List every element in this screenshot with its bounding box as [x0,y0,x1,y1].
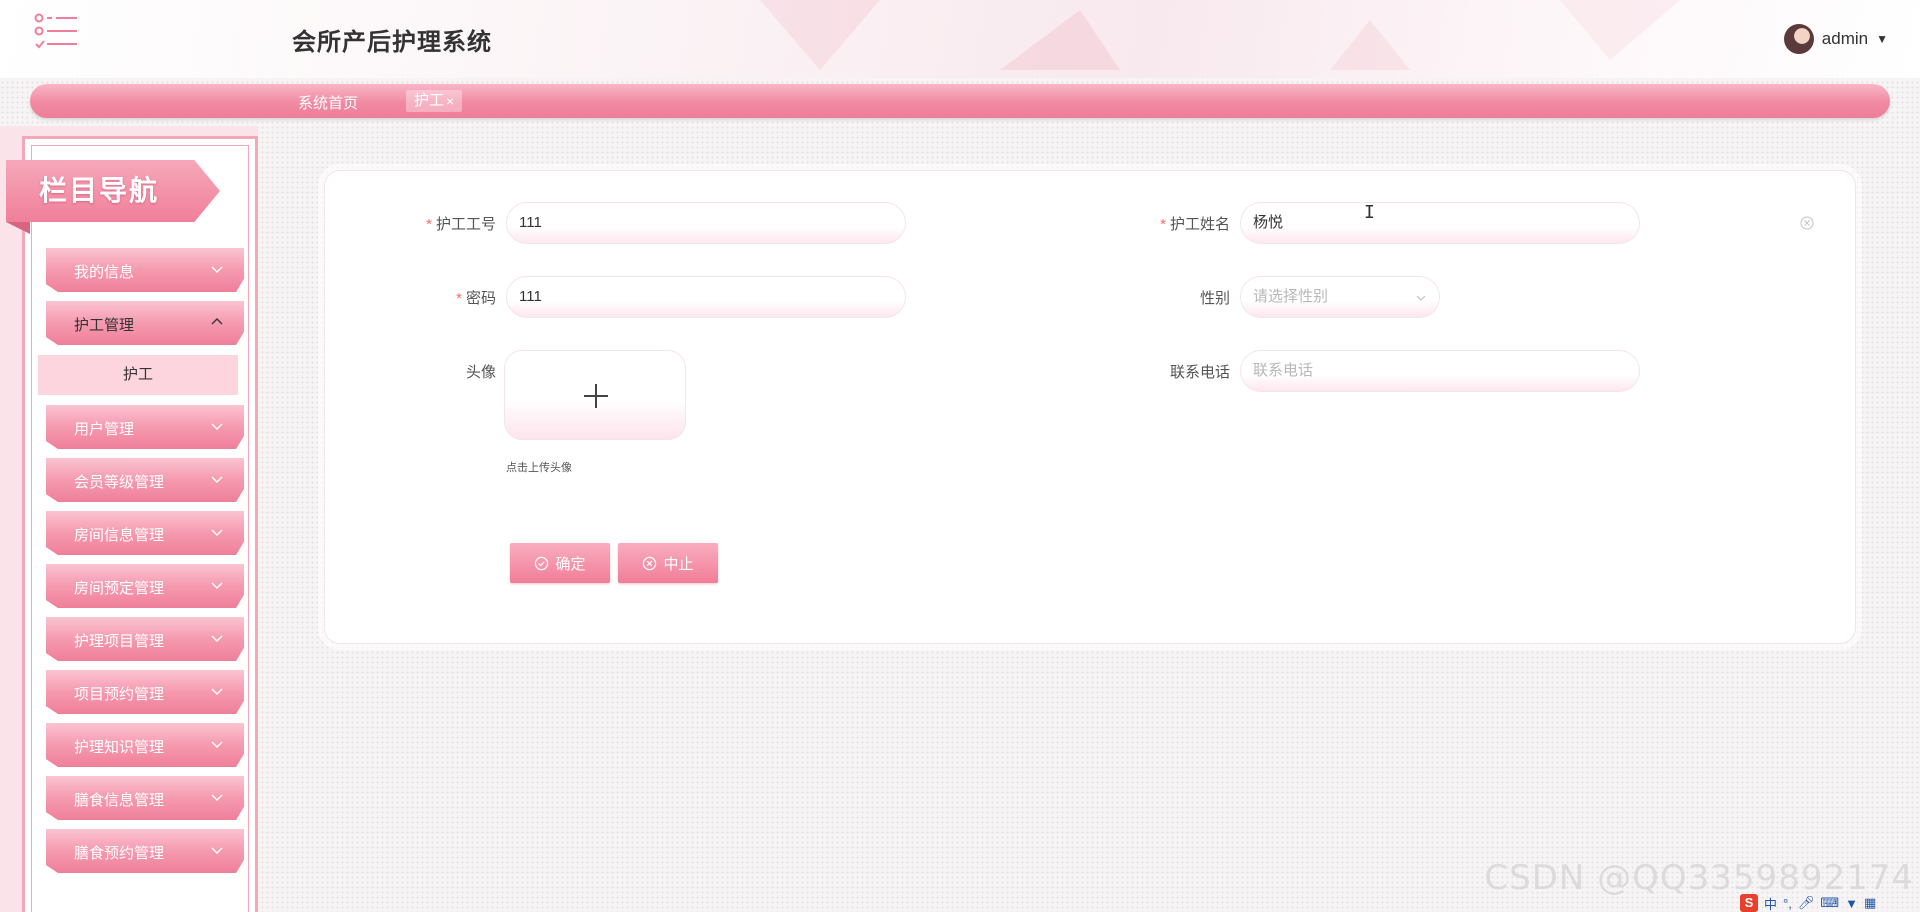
ime-tray: S 中 °, 🎤︎ ⌨︎ ▼ ▦ [1740,894,1876,912]
worker-name-label: * 护工姓名 [1160,216,1230,233]
user-avatar [1783,24,1814,54]
caret-down-icon: ▼ [1876,32,1888,46]
toolbox-icon[interactable]: ▦ [1864,895,1876,911]
header-decoration [1560,0,1680,60]
header-decoration [760,0,880,70]
cancel-button[interactable]: 中止 [618,543,718,583]
app-title: 会所产后护理系统 [292,28,492,56]
text-cursor-icon: I [1364,202,1375,223]
nav-title-fold [6,222,30,234]
nav-list: 我的信息 护工管理 护工 用户管理 会员等级管理 房间信息管理 房间预定管理 护… [38,248,244,882]
gender-select[interactable]: 请选择性别 [1240,276,1440,318]
keyboard-icon[interactable]: ⌨︎ [1820,895,1839,911]
check-circle-icon [535,556,549,570]
sidebar-item-my-info[interactable]: 我的信息 [46,248,244,292]
password-label: * 密码 [456,290,496,307]
required-mark: * [1160,216,1166,233]
header-decoration [1330,20,1410,70]
sidebar-item-care-project[interactable]: 护理项目管理 [46,617,244,661]
csdn-watermark: CSDN @QQ3359892174 [1484,858,1914,898]
chevron-down-icon [211,582,223,589]
sidebar-item-label: 膳食信息管理 [74,792,165,809]
chevron-up-icon [211,318,223,325]
plus-icon [584,384,608,408]
close-circle-icon [643,556,657,570]
sidebar: 栏目导航 我的信息 护工管理 护工 用户管理 会员等级管理 房间信息管理 房间预… [0,126,258,912]
sidebar-item-user-management[interactable]: 用户管理 [46,405,244,449]
required-mark: * [426,216,432,233]
confirm-button[interactable]: 确定 [510,543,610,583]
worker-id-input[interactable]: 111 [506,202,906,244]
chevron-down-icon [211,741,223,748]
close-icon[interactable]: × [446,90,454,112]
worker-name-input[interactable]: 杨悦 [1240,202,1640,244]
sidebar-item-label: 会员等级管理 [74,474,165,491]
sidebar-item-label: 用户管理 [74,421,135,438]
sogou-ime-icon[interactable]: S [1740,894,1758,912]
chevron-down-icon [211,688,223,695]
ime-mode-label[interactable]: 中 [1764,894,1777,912]
header-decoration [1000,10,1120,70]
chevron-down-icon [211,635,223,642]
cancel-button-label: 中止 [663,555,694,573]
avatar-label: 头像 [465,364,496,381]
breadcrumb-bar: 系统首页 护工 × [30,84,1890,118]
phone-input[interactable]: 联系电话 [1240,350,1640,392]
list-menu-icon[interactable] [32,12,80,52]
sidebar-item-label: 护工管理 [74,317,135,334]
ime-punct-icon[interactable]: °, [1783,896,1792,911]
microphone-icon[interactable]: 🎤︎ [1798,895,1815,911]
sidebar-item-label: 项目预约管理 [74,686,165,703]
avatar-uploader[interactable] [504,350,686,440]
phone-label: 联系电话 [1169,364,1230,381]
chevron-down-icon [211,529,223,536]
sidebar-item-label: 护理知识管理 [74,739,165,756]
nav-title: 栏目导航 [6,160,220,222]
breadcrumb-home[interactable]: 系统首页 [298,92,358,113]
sidebar-item-member-level[interactable]: 会员等级管理 [46,458,244,502]
password-input[interactable]: 111 [506,276,906,318]
sidebar-item-project-appointment[interactable]: 项目预约管理 [46,670,244,714]
clear-input-icon[interactable] [1800,216,1814,230]
chevron-down-icon [211,476,223,483]
upload-hint: 点击上传头像 [506,462,572,474]
sidebar-item-room-info[interactable]: 房间信息管理 [46,511,244,555]
required-mark: * [456,290,462,307]
sidebar-item-meal-info[interactable]: 膳食信息管理 [46,776,244,820]
user-name: admin [1821,29,1869,48]
sidebar-item-label: 护理项目管理 [74,633,165,650]
tab-worker[interactable]: 护工 × [406,90,463,112]
confirm-button-label: 确定 [555,555,586,573]
sidebar-subitem-worker[interactable]: 护工 [38,355,238,395]
sidebar-item-label: 我的信息 [74,264,135,281]
sidebar-item-label: 膳食预约管理 [74,845,165,862]
sidebar-item-care-knowledge[interactable]: 护理知识管理 [46,723,244,767]
sidebar-item-room-booking[interactable]: 房间预定管理 [46,564,244,608]
chevron-down-icon [1416,295,1426,301]
sidebar-item-label: 房间信息管理 [74,527,165,544]
chevron-down-icon [211,794,223,801]
sidebar-item-meal-booking[interactable]: 膳食预约管理 [46,829,244,873]
gender-label: 性别 [1199,290,1230,307]
sidebar-item-label: 房间预定管理 [74,580,165,597]
sidebar-item-worker-management[interactable]: 护工管理 [46,301,244,345]
chevron-down-icon [211,266,223,273]
top-header: 会所产后护理系统 admin ▼ [0,0,1920,78]
user-menu[interactable]: admin ▼ [1783,24,1888,54]
chevron-down-icon [211,847,223,854]
tab-worker-label: 护工 [414,92,445,109]
chevron-down-icon [211,423,223,430]
worker-id-label: * 护工工号 [426,216,496,233]
skin-icon[interactable]: ▼ [1845,896,1858,911]
